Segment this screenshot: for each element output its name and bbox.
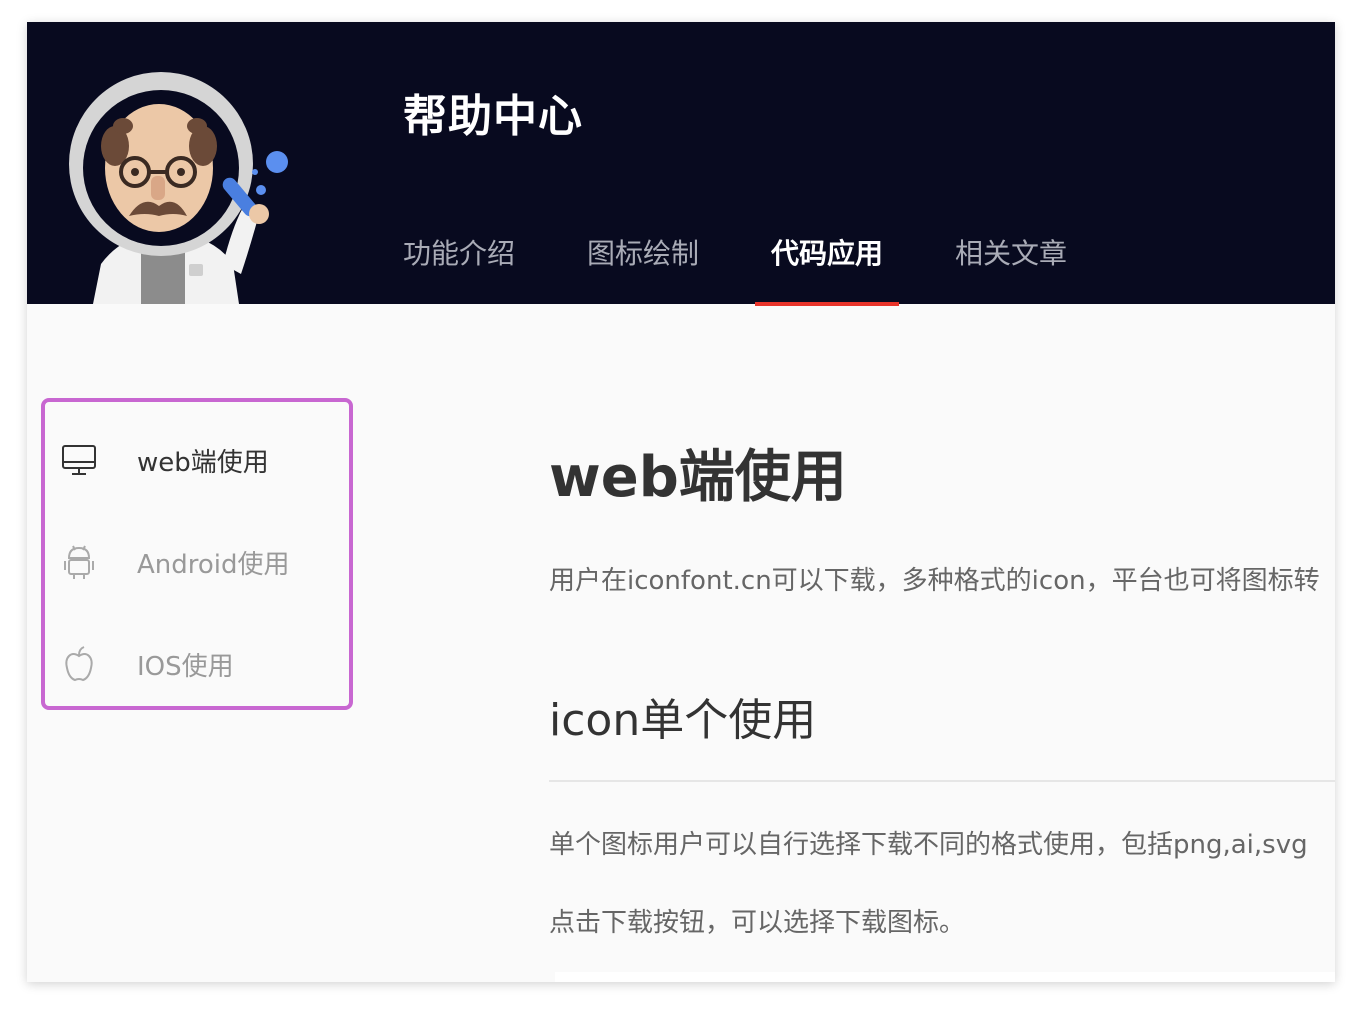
active-tab-indicator — [755, 302, 900, 306]
sidebar-item-label: web端使用 — [137, 448, 269, 478]
sidebar: web端使用 Android使用 IOS使用 — [41, 398, 353, 710]
sidebar-item-android[interactable]: Android使用 — [45, 528, 349, 588]
nav-item-features[interactable]: 功能介绍 — [403, 232, 515, 304]
nav-item-code-usage[interactable]: 代码应用 — [755, 232, 900, 306]
paragraph: 单个图标用户可以自行选择下载不同的格式使用，包括png,ai,svg — [549, 830, 1308, 860]
nav-item-icon-drawing[interactable]: 图标绘制 — [587, 232, 699, 304]
page-title: 帮助中心 — [403, 91, 583, 142]
app-window: 帮助中心 功能介绍 图标绘制 代码应用 相关文章 web端使用 Android使… — [27, 22, 1335, 982]
nav-item-label: 代码应用 — [771, 237, 884, 270]
nav-item-label: 相关文章 — [955, 237, 1068, 270]
nav-item-label: 功能介绍 — [403, 237, 516, 270]
sidebar-item-ios[interactable]: IOS使用 — [45, 630, 349, 690]
nav-item-related-articles[interactable]: 相关文章 — [955, 232, 1067, 304]
apple-icon — [65, 646, 93, 682]
desktop-icon — [62, 445, 96, 475]
header: 帮助中心 功能介绍 图标绘制 代码应用 相关文章 — [27, 22, 1335, 306]
divider — [549, 780, 1335, 782]
sidebar-item-label: IOS使用 — [137, 652, 234, 682]
intro-text: 用户在iconfont.cn可以下载，多种格式的icon，平台也可将图标转 — [549, 566, 1320, 596]
android-icon — [64, 545, 94, 579]
paragraph: 点击下载按钮，可以选择下载图标。 — [549, 908, 966, 938]
astronaut-mascot-icon — [69, 72, 288, 304]
subsection-title: icon单个使用 — [549, 695, 817, 746]
sidebar-item-web[interactable]: web端使用 — [45, 426, 349, 486]
content-box — [555, 972, 1335, 982]
nav-item-label: 图标绘制 — [587, 237, 700, 270]
section-title: web端使用 — [549, 445, 847, 510]
sidebar-item-label: Android使用 — [137, 550, 290, 580]
